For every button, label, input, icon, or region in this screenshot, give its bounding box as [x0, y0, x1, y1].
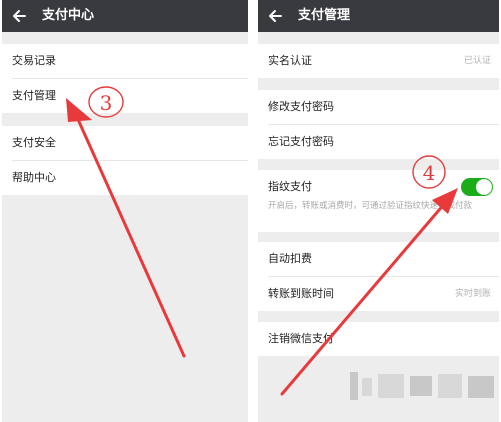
item-label: 自动扣费 [268, 252, 312, 265]
transaction-records-item[interactable]: 交易记录 [2, 44, 248, 78]
payment-security-item[interactable]: 支付安全 [2, 126, 248, 160]
help-center-item[interactable]: 帮助中心 [2, 161, 248, 195]
back-arrow-icon[interactable] [10, 7, 28, 25]
fingerprint-description: 开启后，转账或消费时，可通过验证指纹快速完成付款 [268, 201, 473, 211]
payment-center-screen: 支付中心 交易记录 支付管理 支付安全 帮助中心 [2, 0, 248, 422]
top-bar: 支付管理 [258, 0, 499, 32]
realname-group: 实名认证 已认证 [258, 44, 499, 78]
top-bar: 支付中心 [2, 0, 248, 32]
forgot-password-item[interactable]: 忘记支付密码 [258, 125, 499, 159]
item-label: 支付安全 [12, 136, 56, 149]
toggle-knob [476, 179, 492, 195]
item-value: 实时到账 [454, 289, 491, 299]
password-group: 修改支付密码 忘记支付密码 [258, 90, 499, 159]
realname-auth-item[interactable]: 实名认证 已认证 [258, 44, 499, 78]
deduct-group: 自动扣费 转账到账时间 实时到账 [258, 242, 499, 311]
item-label: 实名认证 [268, 54, 312, 67]
page-title: 支付中心 [42, 8, 95, 23]
transaction-group: 交易记录 支付管理 [2, 44, 248, 113]
transfer-time-item[interactable]: 转账到账时间 实时到账 [258, 277, 499, 311]
item-label: 支付管理 [12, 89, 56, 102]
modify-password-item[interactable]: 修改支付密码 [258, 90, 499, 124]
item-label: 转账到账时间 [268, 287, 334, 300]
back-arrow-icon[interactable] [266, 7, 284, 25]
cancel-wechat-pay-item[interactable]: 注销微信支付 [258, 322, 499, 356]
item-label: 忘记支付密码 [268, 135, 334, 148]
fingerprint-group: 指纹支付 开启后，转账或消费时，可通过验证指纹快速完成付款 [258, 170, 499, 232]
item-label: 指纹支付 [268, 180, 312, 193]
page-title: 支付管理 [298, 8, 351, 23]
item-label: 交易记录 [12, 54, 56, 67]
watermark [350, 368, 498, 408]
payment-management-item[interactable]: 支付管理 [2, 79, 248, 113]
auto-deduct-item[interactable]: 自动扣费 [258, 242, 499, 276]
security-group: 支付安全 帮助中心 [2, 126, 248, 195]
payment-management-screen: 支付管理 实名认证 已认证 修改支付密码 忘记支付密码 指纹支付 开启后，转账或… [258, 0, 499, 422]
cancel-group: 注销微信支付 [258, 322, 499, 356]
fingerprint-toggle[interactable] [461, 178, 493, 196]
item-label: 注销微信支付 [268, 332, 334, 345]
item-label: 修改支付密码 [268, 100, 334, 113]
item-label: 帮助中心 [12, 171, 56, 184]
item-value: 已认证 [463, 56, 491, 66]
